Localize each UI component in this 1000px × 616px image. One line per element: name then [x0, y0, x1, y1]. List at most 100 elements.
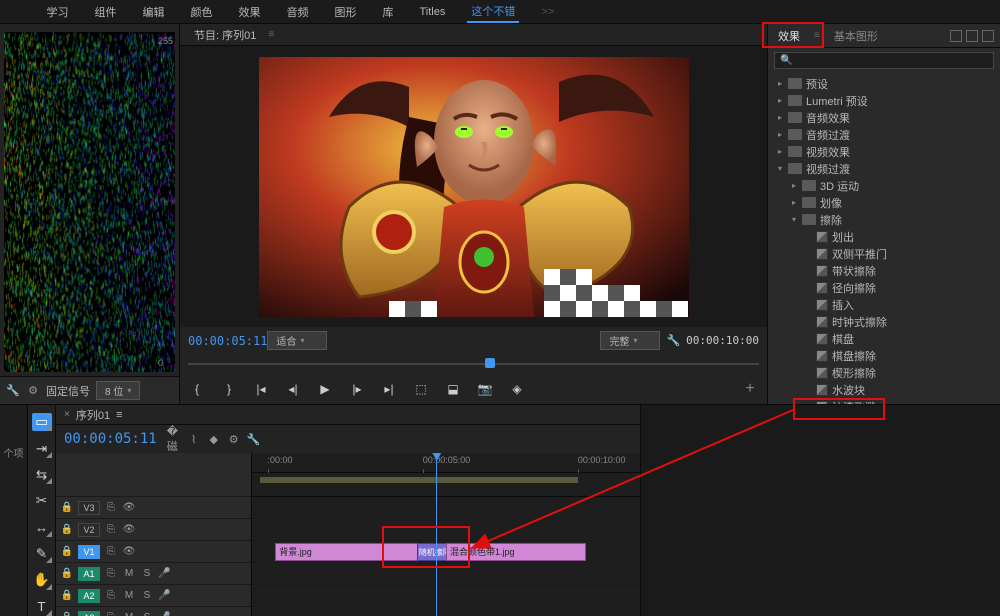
effect-preset[interactable]: 径向擦除 [772, 279, 998, 296]
sync-lock-icon[interactable]: ⎘ [104, 612, 118, 616]
audio-track-header[interactable]: 🔒A3⎘MS🎤 [56, 607, 251, 616]
voice-over-icon[interactable]: 🎤 [158, 568, 170, 579]
video-clip[interactable]: 混合颜色带1.jpg [446, 543, 586, 561]
menu-item[interactable]: 颜色 [186, 2, 216, 22]
lock-icon[interactable]: 🔒 [60, 524, 74, 535]
timeline-timecode[interactable]: 00:00:05:11 [64, 431, 157, 447]
effect-folder[interactable]: ▸视频效果 [772, 143, 998, 160]
effect-preset[interactable]: 水波块 [772, 381, 998, 398]
menu-item[interactable]: 图形 [330, 2, 360, 22]
menu-item[interactable]: 效果 [234, 2, 264, 22]
track-v2[interactable] [252, 519, 640, 541]
effect-type-icon[interactable] [966, 30, 978, 42]
toggle-output-icon[interactable]: 👁 [122, 524, 136, 535]
export-frame-button[interactable]: 📷 [476, 380, 494, 398]
track-target[interactable]: A2 [78, 589, 100, 603]
expand-icon[interactable]: ▸ [790, 181, 798, 190]
zoom-fit-dropdown[interactable]: 适合 [267, 331, 327, 350]
track-target[interactable]: V3 [78, 501, 100, 515]
step-forward-button[interactable]: |▸ [348, 380, 366, 398]
close-tab-icon[interactable]: × [64, 409, 70, 420]
voice-over-icon[interactable]: 🎤 [158, 612, 170, 616]
lock-icon[interactable]: 🔒 [60, 612, 74, 616]
effect-folder[interactable]: ▸音频过渡 [772, 126, 998, 143]
timeline-tracks[interactable]: :00:0000:00:05:0000:00:10:00 背景.jpg 随机擦除… [252, 453, 640, 616]
button-editor-button[interactable]: + [741, 380, 759, 398]
wrench-icon[interactable]: 🔧 [6, 384, 20, 398]
track-target[interactable]: A1 [78, 567, 100, 581]
menu-item[interactable]: Titles [415, 4, 449, 20]
effect-type-icon[interactable] [950, 30, 962, 42]
hand-tool[interactable]: ✋ [32, 571, 52, 589]
audio-track-header[interactable]: 🔒A2⎘MS🎤 [56, 585, 251, 607]
lock-icon[interactable]: 🔒 [60, 502, 74, 513]
snap-icon[interactable]: �磁 [167, 432, 181, 446]
effect-preset[interactable]: 划出 [772, 228, 998, 245]
expand-icon[interactable]: ▸ [790, 198, 798, 207]
mark-in-button[interactable]: { [188, 380, 206, 398]
sync-lock-icon[interactable]: ⎘ [104, 568, 118, 579]
effect-folder[interactable]: ▸划像 [772, 194, 998, 211]
resolution-dropdown[interactable]: 完整 [600, 331, 660, 350]
mute-icon[interactable]: M [122, 568, 136, 579]
video-track-header[interactable]: 🔒V2⎘👁 [56, 519, 251, 541]
slip-tool[interactable]: ↔ [32, 519, 52, 537]
menu-item[interactable]: 编辑 [138, 2, 168, 22]
effect-preset[interactable]: 楔形擦除 [772, 364, 998, 381]
effect-preset[interactable]: 棋盘擦除 [772, 347, 998, 364]
menu-item[interactable]: 音频 [282, 2, 312, 22]
track-a2[interactable] [252, 585, 640, 607]
program-tab[interactable]: 节目: 序列01 [188, 25, 262, 45]
track-a3[interactable] [252, 607, 640, 616]
go-to-out-button[interactable]: ▸| [380, 380, 398, 398]
settings-icon[interactable]: ⚙ [227, 432, 241, 446]
lock-icon[interactable]: 🔒 [60, 568, 74, 579]
audio-track-header[interactable]: 🔒 A1 ⎘ MS 🎤 [56, 563, 251, 585]
video-track-header[interactable]: 🔒 V3 ⎘ 👁 [56, 497, 251, 519]
panel-menu-icon[interactable]: ≡ [116, 409, 122, 421]
effect-folder[interactable]: ▾视频过渡 [772, 160, 998, 177]
effect-folder[interactable]: ▸音频效果 [772, 109, 998, 126]
effect-type-icon[interactable] [982, 30, 994, 42]
track-a1[interactable] [252, 563, 640, 585]
effects-tab[interactable]: 效果 [774, 26, 804, 46]
playhead[interactable] [436, 453, 437, 616]
toggle-output-icon[interactable]: 👁 [122, 502, 136, 513]
bit-depth-dropdown[interactable]: 8 位 [96, 381, 140, 400]
program-preview[interactable] [259, 57, 689, 317]
marker-icon[interactable]: ◆ [207, 432, 221, 446]
expand-icon[interactable]: ▸ [776, 79, 784, 88]
mute-icon[interactable]: M [122, 612, 136, 616]
lift-button[interactable]: ⬚ [412, 380, 430, 398]
menu-overflow-icon[interactable]: >> [537, 4, 558, 20]
track-target[interactable]: V2 [78, 523, 100, 537]
panel-menu-icon[interactable]: ≡ [814, 30, 820, 41]
lock-icon[interactable]: 🔒 [60, 590, 74, 601]
effect-preset[interactable]: 油漆飞溅 [772, 398, 998, 404]
effect-folder[interactable]: ▸3D 运动 [772, 177, 998, 194]
track-v3[interactable] [252, 497, 640, 519]
effect-preset[interactable]: 插入 [772, 296, 998, 313]
mark-out-button[interactable]: } [220, 380, 238, 398]
effects-tree[interactable]: ▸预设▸Lumetri 预设▸音频效果▸音频过渡▸视频效果▾视频过渡▸3D 运动… [768, 73, 1000, 404]
pen-tool[interactable]: ✎ [32, 545, 52, 563]
play-button[interactable]: ▶ [316, 380, 334, 398]
track-target[interactable]: V1 [78, 545, 100, 559]
gear-icon[interactable]: ⚙ [26, 384, 40, 398]
effect-preset[interactable]: 棋盘 [772, 330, 998, 347]
effect-preset[interactable]: 带状擦除 [772, 262, 998, 279]
track-v1[interactable]: 背景.jpg 随机擦除 混合颜色带1.jpg [252, 541, 640, 563]
solo-icon[interactable]: S [140, 568, 154, 579]
toggle-output-icon[interactable]: 👁 [122, 546, 136, 557]
menu-item[interactable]: 库 [378, 2, 397, 22]
voice-over-icon[interactable]: 🎤 [158, 590, 170, 601]
sync-lock-icon[interactable]: ⎘ [104, 502, 118, 513]
track-target[interactable]: A3 [78, 611, 100, 616]
expand-icon[interactable]: ▸ [776, 147, 784, 156]
expand-icon[interactable]: ▾ [790, 215, 798, 224]
track-select-tool[interactable]: ⇥ [32, 439, 52, 457]
wrench-icon[interactable]: 🔧 [666, 334, 680, 347]
effect-preset[interactable]: 时钟式擦除 [772, 313, 998, 330]
expand-icon[interactable]: ▸ [776, 96, 784, 105]
sync-lock-icon[interactable]: ⎘ [104, 590, 118, 601]
